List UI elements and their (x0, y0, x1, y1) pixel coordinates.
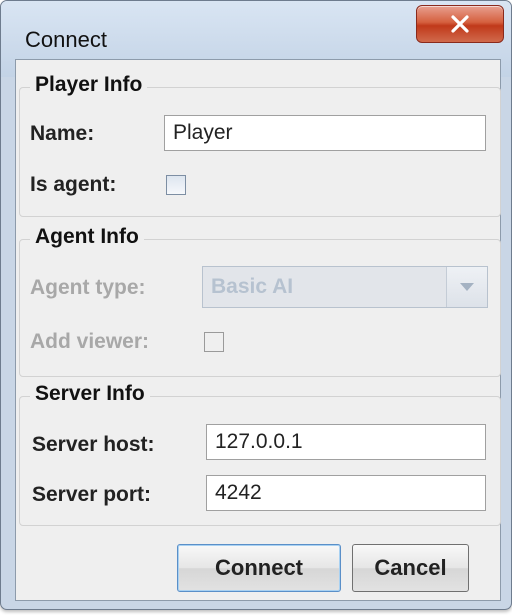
server-port-field[interactable]: 4242 (206, 475, 486, 511)
dropdown-arrow-button[interactable] (446, 267, 487, 307)
cancel-button[interactable]: Cancel (352, 544, 469, 592)
server-port-label: Server port: (32, 483, 152, 506)
close-icon (451, 15, 469, 33)
server-info-title: Server Info (30, 382, 150, 406)
is-agent-checkbox[interactable] (166, 175, 186, 195)
name-label: Name: (30, 122, 95, 145)
server-host-field[interactable]: 127.0.0.1 (206, 424, 486, 460)
name-field[interactable]: Player (164, 115, 486, 151)
connect-button[interactable]: Connect (177, 544, 341, 592)
agent-info-group: Agent Info Agent type: Basic AI Add view… (19, 225, 501, 377)
window-title: Connect (25, 27, 107, 52)
player-info-title: Player Info (30, 73, 148, 97)
add-viewer-checkbox[interactable] (204, 332, 224, 352)
server-host-label: Server host: (32, 433, 155, 456)
agent-info-title: Agent Info (30, 225, 144, 249)
is-agent-label: Is agent: (30, 173, 117, 196)
connect-dialog: Connect Player Info Name: Player Is agen… (0, 0, 512, 610)
player-info-group: Player Info Name: Player Is agent: (19, 73, 501, 217)
add-viewer-label: Add viewer: (30, 330, 150, 353)
server-info-group: Server Info Server host: 127.0.0.1 Serve… (19, 382, 501, 526)
agent-type-value: Basic AI (211, 275, 294, 298)
agent-type-label: Agent type: (30, 276, 146, 299)
chevron-down-icon (460, 283, 474, 291)
close-button[interactable] (416, 5, 504, 43)
agent-type-dropdown[interactable]: Basic AI (202, 266, 488, 308)
